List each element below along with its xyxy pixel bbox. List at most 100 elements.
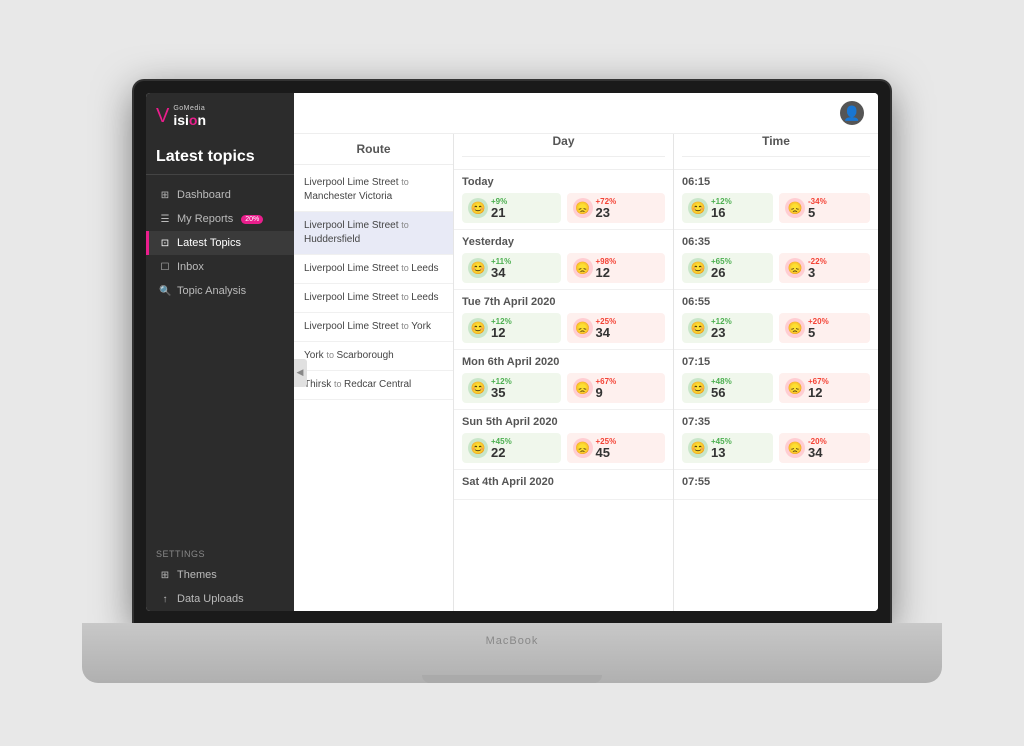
settings-section-label: Settings (146, 539, 294, 563)
positive-sentiment[interactable]: 😊 +45% 13 (682, 433, 773, 463)
negative-count: 5 (808, 206, 827, 219)
sentiment-info: +12% 23 (711, 317, 732, 339)
positive-sentiment[interactable]: 😊 +9% 21 (462, 193, 561, 223)
negative-sentiment[interactable]: 😞 +25% 45 (567, 433, 666, 463)
positive-sentiment[interactable]: 😊 +45% 22 (462, 433, 561, 463)
sidebar-item-inbox[interactable]: ☐ Inbox (146, 255, 294, 279)
route-item[interactable]: Liverpool Lime Street to Huddersfield (294, 212, 453, 255)
negative-sentiment[interactable]: 😞 +67% 9 (567, 373, 666, 403)
route-item[interactable]: Liverpool Lime Street to Leeds (294, 284, 453, 313)
day-section-mon: Mon 6th April 2020 😊 +12% 35 (454, 350, 673, 410)
sad-face-icon: 😞 (573, 378, 593, 398)
sentiment-info: +72% 23 (596, 197, 617, 219)
sentiment-info: +25% 45 (596, 437, 617, 459)
route-item[interactable]: York to Scarborough (294, 342, 453, 371)
sentiment-info: +12% 16 (711, 197, 732, 219)
positive-sentiment[interactable]: 😊 +65% 26 (682, 253, 773, 283)
positive-count: 56 (711, 386, 732, 399)
screen: V GoMedia ision Latest topics ⊞ Dashboar… (146, 93, 878, 611)
happy-face-icon: 😊 (468, 318, 488, 338)
sad-face-icon: 😞 (573, 438, 593, 458)
day-panel: Day Today 😊 +9% 21 (454, 134, 674, 611)
time-label: 06:35 (682, 236, 870, 248)
sentiment-info: -20% 34 (808, 437, 827, 459)
route-to-label: to (334, 379, 344, 389)
negative-sentiment[interactable]: 😞 +25% 34 (567, 313, 666, 343)
logo: V GoMedia ision (146, 93, 294, 138)
positive-count: 34 (491, 266, 511, 279)
route-from: Liverpool Lime Street (304, 177, 399, 188)
positive-sentiment[interactable]: 😊 +12% 35 (462, 373, 561, 403)
route-item[interactable]: Thirsk to Redcar Central (294, 371, 453, 400)
screen-bezel: V GoMedia ision Latest topics ⊞ Dashboar… (134, 81, 890, 623)
route-item[interactable]: Liverpool Lime Street to York (294, 313, 453, 342)
route-item[interactable]: Liverpool Lime Street to Manchester Vict… (294, 169, 453, 212)
analysis-icon: 🔍 (159, 286, 171, 297)
sentiment-info: +45% 13 (711, 437, 732, 459)
negative-count: 5 (808, 326, 829, 339)
positive-count: 21 (491, 206, 507, 219)
time-section-0755: 07:55 (674, 470, 878, 500)
positive-sentiment[interactable]: 😊 +12% 23 (682, 313, 773, 343)
sidebar-item-data-uploads[interactable]: ↑ Data Uploads (146, 587, 294, 611)
sentiment-info: +12% 35 (491, 377, 512, 399)
sentiment-row: 😊 +12% 16 😞 -34% (682, 193, 870, 223)
happy-face-icon: 😊 (688, 198, 708, 218)
sentiment-row: 😊 +65% 26 😞 -22% (682, 253, 870, 283)
time-column-header: Time (682, 134, 870, 157)
day-section-sun: Sun 5th April 2020 😊 +45% 22 (454, 410, 673, 470)
route-panel-toggle[interactable]: ◀ (294, 359, 307, 387)
negative-sentiment[interactable]: 😞 -22% 3 (779, 253, 870, 283)
sidebar-item-label: Themes (177, 569, 217, 581)
sidebar-item-latest-topics[interactable]: ⊡ Latest Topics (146, 231, 294, 255)
day-label: Sun 5th April 2020 (462, 416, 665, 428)
positive-sentiment[interactable]: 😊 +11% 34 (462, 253, 561, 283)
route-to: Leeds (411, 263, 438, 274)
time-section-0615: 06:15 😊 +12% 16 😞 (674, 170, 878, 230)
sidebar-item-themes[interactable]: ⊞ Themes (146, 563, 294, 587)
route-to-label: to (401, 321, 411, 331)
sidebar-item-topic-analysis[interactable]: 🔍 Topic Analysis (146, 279, 294, 303)
sentiment-info: +67% 12 (808, 377, 829, 399)
topics-icon: ⊡ (159, 238, 171, 249)
day-label: Mon 6th April 2020 (462, 356, 665, 368)
day-section-sat: Sat 4th April 2020 (454, 470, 673, 500)
negative-count: 34 (808, 446, 827, 459)
dashboard-icon: ⊞ (159, 190, 171, 201)
negative-sentiment[interactable]: 😞 +72% 23 (567, 193, 666, 223)
sentiment-row: 😊 +48% 56 😞 +67% (682, 373, 870, 403)
positive-sentiment[interactable]: 😊 +12% 12 (462, 313, 561, 343)
day-column-header: Day (462, 134, 665, 157)
sad-face-icon: 😞 (785, 378, 805, 398)
sidebar: V GoMedia ision Latest topics ⊞ Dashboar… (146, 93, 294, 611)
sidebar-title: Latest topics (146, 138, 294, 175)
sad-face-icon: 😞 (785, 318, 805, 338)
positive-sentiment[interactable]: 😊 +12% 16 (682, 193, 773, 223)
sidebar-item-my-reports[interactable]: ☰ My Reports 20% (146, 207, 294, 231)
sidebar-item-dashboard[interactable]: ⊞ Dashboard (146, 183, 294, 207)
route-to-label: to (401, 263, 411, 273)
happy-face-icon: 😊 (688, 378, 708, 398)
sentiment-info: +67% 9 (596, 377, 617, 399)
time-label: 07:55 (682, 476, 870, 488)
negative-sentiment[interactable]: 😞 +67% 12 (779, 373, 870, 403)
route-item[interactable]: Liverpool Lime Street to Leeds (294, 255, 453, 284)
time-section-0735: 07:35 😊 +45% 13 😞 (674, 410, 878, 470)
day-label: Today (462, 176, 665, 188)
negative-sentiment[interactable]: 😞 -20% 34 (779, 433, 870, 463)
route-to-label: to (401, 177, 409, 187)
time-label: 06:15 (682, 176, 870, 188)
user-avatar[interactable]: 👤 (840, 101, 864, 125)
inbox-icon: ☐ (159, 262, 171, 273)
sidebar-item-label: Dashboard (177, 189, 231, 201)
sentiment-info: -22% 3 (808, 257, 827, 279)
positive-sentiment[interactable]: 😊 +48% 56 (682, 373, 773, 403)
negative-sentiment[interactable]: 😞 +98% 12 (567, 253, 666, 283)
upload-icon: ↑ (159, 594, 171, 605)
negative-sentiment[interactable]: 😞 -34% 5 (779, 193, 870, 223)
sidebar-item-label: My Reports (177, 213, 233, 225)
negative-sentiment[interactable]: 😞 +20% 5 (779, 313, 870, 343)
negative-count: 23 (596, 206, 617, 219)
route-panel: Route Liverpool Lime Street to Mancheste… (294, 134, 454, 611)
top-bar: 👤 (294, 93, 878, 134)
